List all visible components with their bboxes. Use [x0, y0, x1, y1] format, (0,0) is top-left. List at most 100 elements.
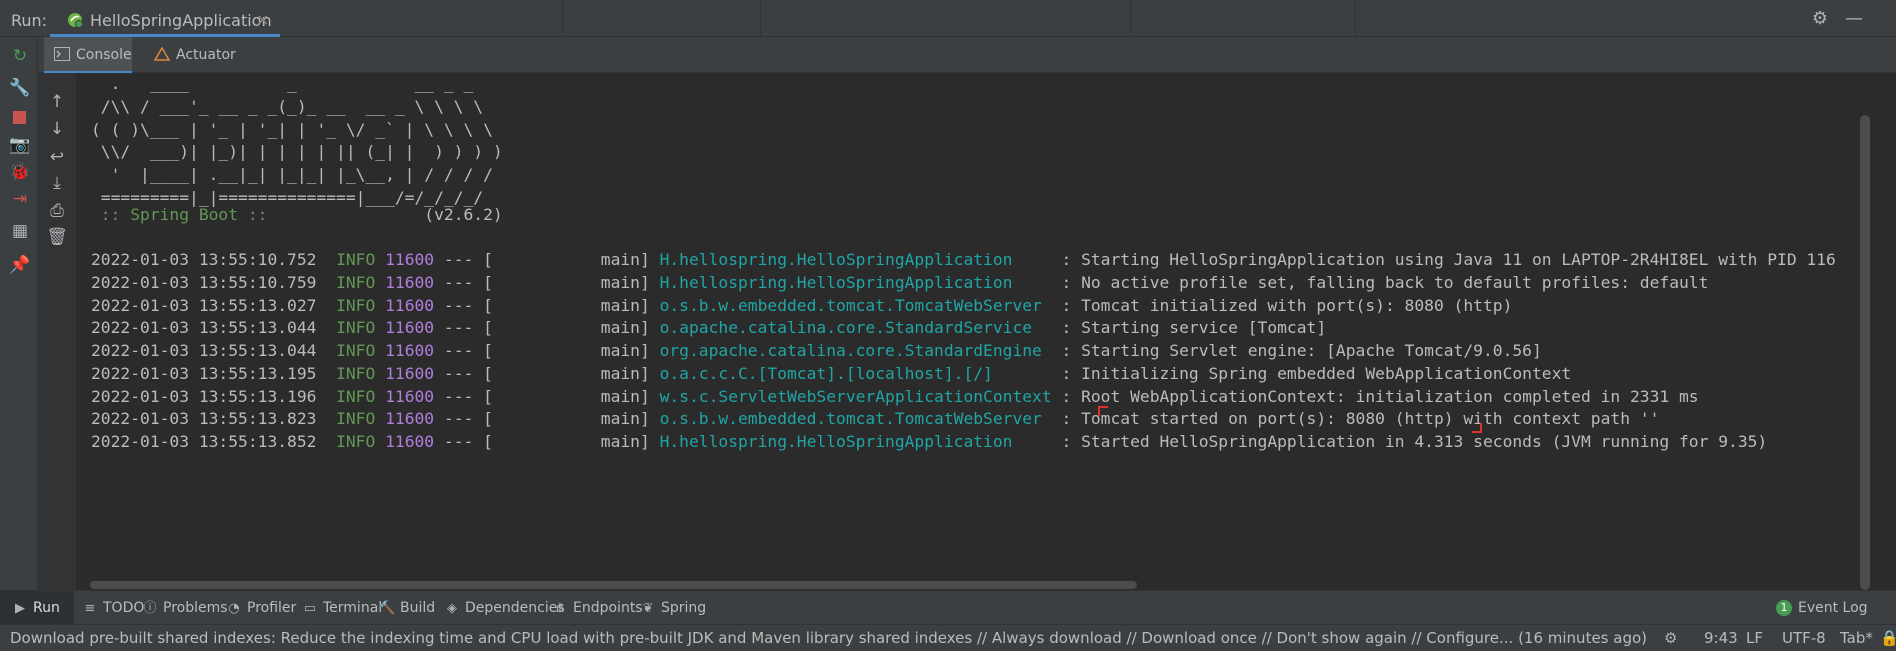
- log-timestamp: 2022-01-03 13:55:13.195: [91, 363, 317, 383]
- tab-label: Spring: [661, 600, 707, 616]
- log-level: INFO: [336, 250, 376, 269]
- log-pid: 11600: [385, 432, 435, 451]
- arrow-down-icon[interactable]: ↓: [46, 118, 68, 140]
- tab-profiler[interactable]: ◔ Profiler: [214, 591, 296, 625]
- log-logger[interactable]: o.a.c.c.C.[Tomcat].[localhost].[/]: [660, 364, 1052, 383]
- log-message: : Initializing Spring embedded WebApplic…: [1051, 363, 1572, 383]
- rerun-icon[interactable]: ↻: [9, 45, 31, 67]
- log-level: INFO: [336, 432, 376, 451]
- status-message[interactable]: Download pre-built shared indexes: Reduc…: [10, 629, 1647, 647]
- spring-boot-version-line: :: Spring Boot :: (v2.6.2): [91, 204, 503, 226]
- log-separator: --- [: [434, 250, 493, 269]
- header-divider: [1130, 0, 1131, 37]
- scroll-to-end-icon[interactable]: ⤓: [46, 172, 68, 194]
- hammer-icon: 🔨: [379, 601, 396, 616]
- terminal-icon: ▭: [303, 601, 317, 616]
- file-encoding[interactable]: UTF-8: [1782, 629, 1826, 647]
- log-thread: main]: [492, 363, 660, 383]
- tab-build[interactable]: 🔨 Build: [367, 591, 435, 625]
- lock-icon[interactable]: 🔒: [1880, 629, 1896, 647]
- log-message: : Starting Servlet engine: [Apache Tomca…: [1051, 341, 1542, 360]
- status-bar: Download pre-built shared indexes: Reduc…: [0, 624, 1896, 651]
- log-timestamp: 2022-01-03 13:55:13.027: [91, 295, 317, 315]
- profiler-icon: ◔: [228, 601, 240, 616]
- tab-run[interactable]: ▶ Run: [0, 591, 74, 625]
- log-level: INFO: [336, 363, 376, 383]
- tab-console-label: Console: [76, 47, 132, 63]
- log-logger[interactable]: o.apache.catalina.core.StandardService: [660, 318, 1052, 337]
- shared-indexes-icon[interactable]: ⚙: [1664, 629, 1677, 647]
- minimize-icon[interactable]: —: [1844, 9, 1864, 29]
- log-logger[interactable]: H.hellospring.HelloSpringApplication: [660, 432, 1052, 451]
- log-level: INFO: [336, 295, 376, 315]
- layout-icon[interactable]: ▦: [9, 220, 31, 242]
- log-pid: 11600: [385, 250, 435, 269]
- exit-icon[interactable]: ⇥: [9, 188, 31, 210]
- run-config-tab-label: HelloSpringApplication: [90, 11, 272, 30]
- close-tab-icon[interactable]: ×: [256, 10, 269, 29]
- trash-icon[interactable]: 🗑: [46, 226, 68, 248]
- tab-label: Run: [33, 600, 60, 616]
- console-output[interactable]: . ____ _ __ _ _ /\\ / ___'_ __ _ _(_)_ _…: [76, 73, 1876, 590]
- run-toolwindow-header: Run: HelloSpringApplication × ⚙ —: [0, 0, 1896, 37]
- run-config-tab[interactable]: HelloSpringApplication ×: [50, 0, 280, 37]
- arrow-up-icon[interactable]: ↑: [46, 91, 68, 113]
- stop-icon[interactable]: [9, 107, 31, 129]
- camera-icon[interactable]: 📷: [9, 134, 31, 156]
- log-timestamp: 2022-01-03 13:55:10.752: [91, 250, 317, 269]
- vertical-scrollbar[interactable]: [1860, 115, 1870, 590]
- banner-line: \\/ ___)| |_)| | | | | || (_| | ) ) ) ): [91, 142, 503, 162]
- print-icon[interactable]: ⎙: [46, 200, 68, 222]
- header-divider: [562, 0, 563, 37]
- horizontal-scrollbar[interactable]: [90, 581, 1137, 589]
- tab-actuator-label: Actuator: [176, 47, 236, 63]
- log-pid: 11600: [385, 409, 435, 429]
- log-logger[interactable]: o.s.b.w.embedded.tomcat.TomcatWebServer: [660, 409, 1052, 428]
- log-separator: --- [: [434, 409, 493, 429]
- tab-spring[interactable]: ❦ Spring: [628, 591, 707, 625]
- log-separator: --- [: [434, 272, 493, 292]
- log-thread: main]: [492, 272, 660, 292]
- event-log-count: 1: [1776, 600, 1792, 616]
- settings-gear-icon[interactable]: ⚙: [1810, 9, 1830, 29]
- log-message: : Tomcat initialized with port(s): 8080 …: [1051, 295, 1513, 315]
- wrench-icon[interactable]: 🔧: [9, 77, 31, 99]
- log-logger[interactable]: o.s.b.w.embedded.tomcat.TomcatWebServer: [660, 296, 1052, 315]
- log-logger[interactable]: w.s.c.ServletWebServerApplicationContext: [660, 387, 1052, 406]
- banner-line: . ____ _ __ _ _: [91, 74, 474, 93]
- annotation-mark: [1472, 423, 1482, 433]
- log-level: INFO: [336, 409, 376, 429]
- log-line: 2022-01-03 13:55:13.196 INFO 11600 --- […: [91, 386, 1699, 408]
- caret-time[interactable]: 9:43: [1704, 629, 1738, 647]
- log-separator: --- [: [434, 295, 493, 315]
- tab-console[interactable]: Console: [44, 37, 132, 73]
- bottom-toolwindow-bar: ▶ Run ≡ TODO ⓘ Problems ◔ Profiler ▭ Terminal 🔨 Bui…: [0, 590, 1896, 625]
- log-level: INFO: [336, 386, 376, 406]
- log-separator: --- [: [434, 432, 493, 451]
- log-logger[interactable]: H.hellospring.HelloSpringApplication: [660, 250, 1052, 269]
- log-level: INFO: [336, 318, 376, 338]
- log-line: 2022-01-03 13:55:10.752 INFO 11600 --- […: [91, 249, 1836, 271]
- log-thread: main]: [492, 250, 660, 269]
- line-separator[interactable]: LF: [1746, 629, 1763, 647]
- tab-actuator[interactable]: Actuator: [154, 37, 254, 73]
- indent-setting[interactable]: Tab*: [1840, 629, 1873, 647]
- pin-icon[interactable]: 📌: [9, 254, 31, 276]
- tab-problems[interactable]: ⓘ Problems: [130, 591, 227, 625]
- soft-wrap-icon[interactable]: ↩: [46, 146, 68, 168]
- event-log-button[interactable]: 1 Event Log: [1776, 591, 1868, 625]
- log-thread: main]: [492, 295, 660, 315]
- log-logger[interactable]: H.hellospring.HelloSpringApplication: [660, 273, 1052, 292]
- log-line: 2022-01-03 13:55:13.823 INFO 11600 --- […: [91, 408, 1659, 430]
- debug-bug-icon[interactable]: 🐞: [9, 161, 31, 183]
- log-level: INFO: [336, 341, 376, 360]
- log-message: : No active profile set, falling back to…: [1051, 272, 1709, 292]
- log-logger[interactable]: org.apache.catalina.core.StandardEngine: [660, 341, 1052, 360]
- run-subtabs: Console Actuator: [38, 37, 1896, 73]
- banner-line: ' |____| .__|_| |_|_| |_\__, | / / / /: [91, 165, 493, 185]
- log-thread: main]: [492, 341, 660, 360]
- log-message: : Started HelloSpringApplication in 4.31…: [1051, 432, 1768, 451]
- spring-leaf-icon: ❦: [642, 601, 654, 616]
- info-icon: ⓘ: [143, 601, 157, 616]
- log-pid: 11600: [385, 386, 435, 406]
